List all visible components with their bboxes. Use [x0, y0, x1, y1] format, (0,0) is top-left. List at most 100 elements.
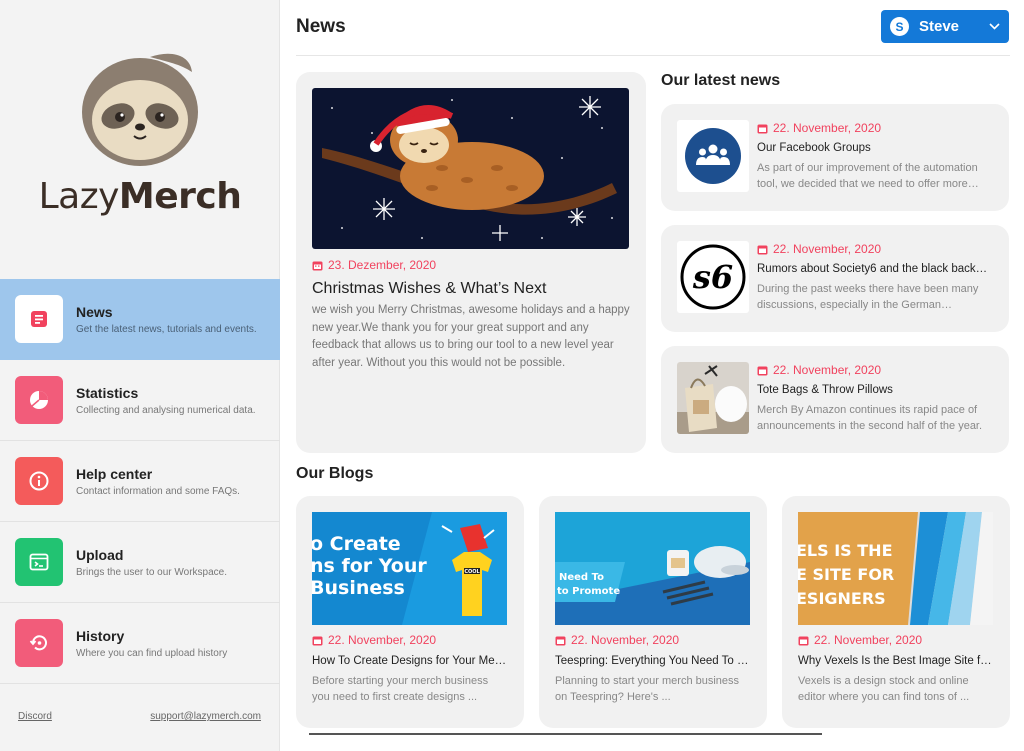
date-text: 22. November, 2020	[814, 633, 923, 647]
blog-image: o Create ns for Your Business COOL	[312, 512, 507, 625]
sidebar-item-label: News	[76, 304, 113, 320]
history-icon	[15, 619, 63, 667]
sidebar-nav: News Get the latest news, tutorials and …	[0, 279, 280, 684]
sidebar-item-label: History	[76, 628, 125, 644]
featured-article-text: we wish you Merry Christmas, awesome hol…	[312, 304, 630, 369]
blogs-heading: Our Blogs	[296, 465, 374, 482]
brand-name-bold: Merch	[118, 176, 242, 217]
calendar-icon	[312, 636, 323, 645]
news-title: Tote Bags & Throw Pillows	[757, 384, 893, 396]
society6-logo-icon: s6	[680, 244, 746, 310]
news-thumbnail	[677, 362, 749, 434]
news-excerpt: As part of our improvement of the automa…	[757, 162, 978, 190]
newspaper-icon	[15, 295, 63, 343]
blog-title: Teespring: Everything You Need To Know	[555, 655, 751, 667]
blog-date: 22. November, 2020	[312, 633, 436, 647]
blog-banner-line: ELS IS THE	[798, 541, 893, 560]
calendar-icon	[757, 366, 768, 375]
news-excerpt: During the past weeks there have been ma…	[757, 283, 979, 311]
news-thumbnail	[677, 120, 749, 192]
blog-card-vexels[interactable]: ELS IS THE E SITE FOR ESIGNERS 22. Novem…	[782, 496, 1010, 728]
sidebar-item-statistics[interactable]: Statistics Collecting and analysing nume…	[0, 360, 280, 441]
blog-card-create-designs[interactable]: o Create ns for Your Business COOL 22. N…	[296, 496, 524, 728]
blog-title: How To Create Designs for Your Merch Bus…	[312, 655, 508, 667]
news-date: 22. November, 2020	[757, 242, 881, 256]
blog-date: 22. November, 2020	[555, 633, 679, 647]
featured-article-image	[312, 88, 629, 249]
avatar: S	[890, 17, 909, 36]
news-date: 22. November, 2020	[757, 363, 881, 377]
blog-date: 22. November, 2020	[798, 633, 922, 647]
sidebar-item-description: Collecting and analysing numerical data.	[76, 405, 256, 416]
latest-news-heading: Our latest news	[661, 72, 781, 89]
blog-card-teespring[interactable]: Need To to Promote 22. November, 2020 Te…	[539, 496, 767, 728]
sloth-logo-icon	[82, 53, 198, 166]
calendar-icon	[798, 636, 809, 645]
calendar-icon	[312, 261, 323, 270]
news-date: 22. November, 2020	[757, 121, 881, 135]
sidebar-item-history[interactable]: History Where you can find upload histor…	[0, 603, 280, 684]
blog-banner-line: to Promote	[557, 586, 620, 597]
news-title: Rumors about Society6 and the black back…	[757, 263, 993, 275]
featured-article-title[interactable]: Christmas Wishes & What’s Next	[312, 280, 546, 298]
sidebar-item-description: Get the latest news, tutorials and event…	[76, 324, 257, 335]
blog-banner-line: Need To	[559, 572, 604, 583]
blog-banner-line: o Create	[312, 533, 401, 555]
sidebar-item-label: Upload	[76, 547, 124, 563]
date-text: 22. November, 2020	[328, 633, 437, 647]
chevron-down-icon	[989, 23, 1000, 30]
sidebar-item-upload[interactable]: Upload Brings the user to our Workspace.	[0, 522, 280, 603]
svg-text:s6: s6	[692, 258, 733, 296]
blog-banner-line: E SITE FOR	[798, 565, 894, 584]
sidebar-item-news[interactable]: News Get the latest news, tutorials and …	[0, 279, 280, 360]
news-title: Our Facebook Groups	[757, 142, 871, 154]
news-card-facebook[interactable]: 22. November, 2020 Our Facebook Groups A…	[661, 104, 1009, 211]
user-name: Steve	[919, 18, 960, 35]
user-menu-button[interactable]: S Steve	[881, 10, 1009, 43]
news-excerpt: Merch By Amazon continues its rapid pace…	[757, 404, 983, 432]
featured-article-date: 23. Dezember, 2020	[312, 258, 436, 272]
brand-wordmark: LazyMerch	[0, 176, 280, 217]
app-root: LazyMerch News Get the latest news, tuto…	[0, 0, 1024, 751]
sidebar-item-label: Statistics	[76, 385, 139, 401]
facebook-group-icon	[685, 128, 741, 184]
pie-chart-icon	[15, 376, 63, 424]
sidebar-item-help-center[interactable]: Help center Contact information and some…	[0, 441, 280, 522]
blog-banner-line: ns for Your	[312, 555, 427, 577]
date-text: 23. Dezember, 2020	[328, 258, 437, 272]
date-text: 22. November, 2020	[773, 242, 882, 256]
calendar-icon	[757, 245, 768, 254]
news-card-society6[interactable]: s6 22. November, 2020 Rumors about Socie…	[661, 225, 1009, 332]
blog-excerpt: Before starting your merch business you …	[312, 675, 489, 703]
date-text: 22. November, 2020	[773, 363, 882, 377]
brand-name-light: Lazy	[38, 176, 120, 217]
date-text: 22. November, 2020	[773, 121, 882, 135]
blog-image: Need To to Promote	[555, 512, 750, 625]
date-text: 22. November, 2020	[571, 633, 680, 647]
blog-title: Why Vexels Is the Best Image Site for De…	[798, 655, 994, 667]
sidebar-item-description: Contact information and some FAQs.	[76, 486, 240, 497]
support-email-link[interactable]: support@lazymerch.com	[150, 711, 261, 722]
blog-excerpt: Planning to start your merch business on…	[555, 675, 740, 703]
sidebar-item-label: Help center	[76, 466, 153, 482]
sidebar-item-description: Where you can find upload history	[76, 648, 228, 659]
sidebar-footer: Discord support@lazymerch.com	[18, 711, 261, 722]
shirt-print: COOL	[464, 569, 480, 575]
calendar-icon	[757, 124, 768, 133]
blog-image: ELS IS THE E SITE FOR ESIGNERS	[798, 512, 993, 625]
featured-article-card[interactable]: 23. Dezember, 2020 Christmas Wishes & Wh…	[296, 72, 646, 453]
info-icon	[15, 457, 63, 505]
calendar-icon	[555, 636, 566, 645]
blog-banner-line: Business	[312, 577, 405, 599]
sidebar: LazyMerch News Get the latest news, tuto…	[0, 0, 280, 751]
news-card-tote-bags[interactable]: 22. November, 2020 Tote Bags & Throw Pil…	[661, 346, 1009, 453]
header-divider	[296, 55, 1010, 56]
horizontal-scrollbar[interactable]	[309, 733, 822, 735]
blog-excerpt: Vexels is a design stock and online edit…	[798, 675, 970, 703]
news-thumbnail: s6	[677, 241, 749, 313]
terminal-window-icon	[15, 538, 63, 586]
sidebar-item-description: Brings the user to our Workspace.	[76, 567, 227, 578]
blog-banner-line: ESIGNERS	[798, 589, 886, 608]
discord-link[interactable]: Discord	[18, 711, 52, 722]
tote-bag-photo-icon	[677, 362, 749, 434]
